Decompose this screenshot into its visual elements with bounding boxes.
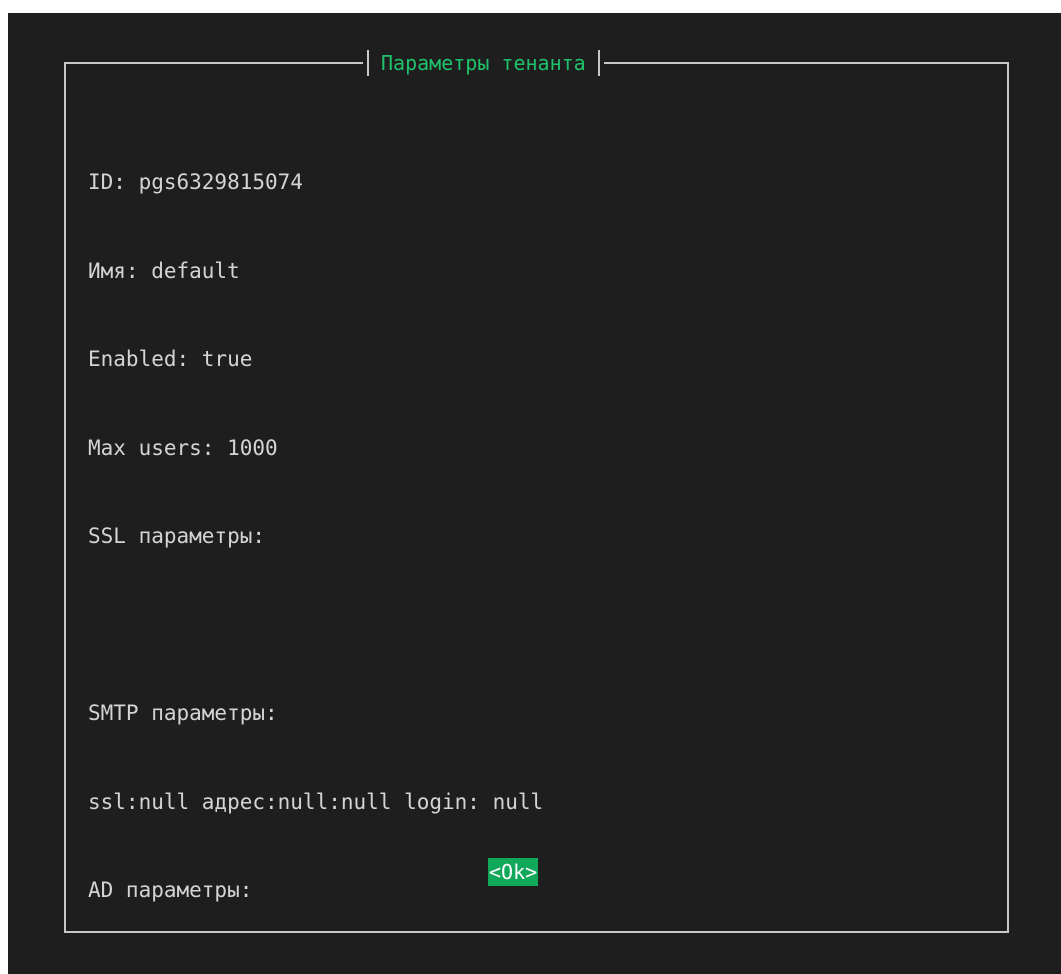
tenant-enabled-line: Enabled: true <box>88 347 253 371</box>
tenant-max-users-line: Max users: 1000 <box>88 435 278 460</box>
smtp-params-line: SMTP параметры: <box>88 701 278 725</box>
ssl-params-line: SSL параметры: <box>88 524 266 548</box>
smtp-details-line: ssl:null адрес:null:null login: null <box>88 789 544 814</box>
dialog-title-bar: Параметры тенанта <box>363 48 604 78</box>
tenant-name-line: Имя: default <box>88 258 240 283</box>
tenant-id-line: ID: pgs6329815074 <box>88 170 303 194</box>
ok-button[interactable]: <Ok> <box>488 858 539 886</box>
terminal-window: Параметры тенанта ID: pgs6329815074 Имя:… <box>8 13 1061 974</box>
tenant-info: ID: pgs6329815074 Имя: default Enabled: … <box>88 109 543 965</box>
dialog-title: Параметры тенанта <box>381 51 586 75</box>
title-right-tick <box>597 50 600 76</box>
ad-params-line: AD параметры: <box>88 878 253 902</box>
